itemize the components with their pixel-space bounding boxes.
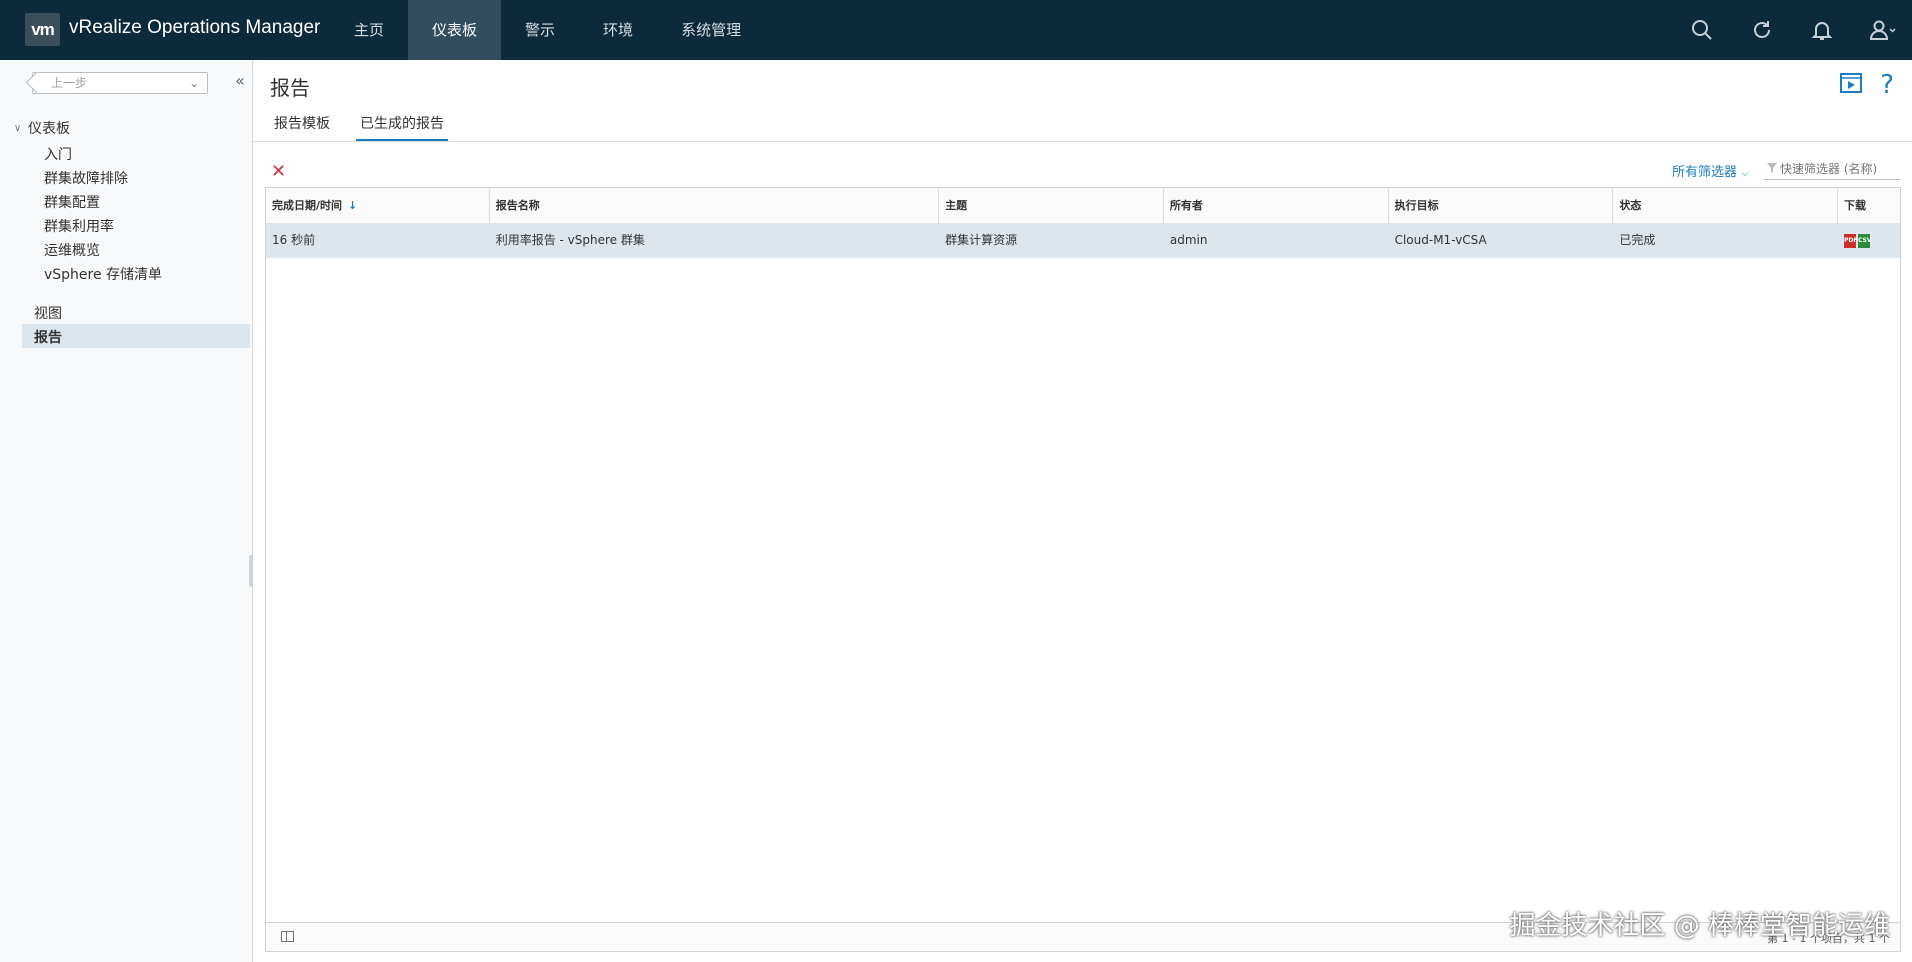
sidebar-item-views[interactable]: 视图 bbox=[34, 303, 62, 323]
refresh-icon[interactable] bbox=[1732, 0, 1792, 60]
chevron-down-icon: ⌄ bbox=[188, 76, 199, 90]
sidebar-group-dashboards[interactable]: ∨ 仪表板 bbox=[14, 118, 70, 138]
top-header: vm vRealize Operations Manager 主页 仪表板 警示… bbox=[0, 0, 1912, 60]
sidebar-item-reports[interactable]: 报告 bbox=[34, 327, 62, 347]
help-icon[interactable]: ? bbox=[1880, 72, 1894, 98]
sidebar: 上一步 ⌄ « ∨ 仪表板 入门 群集故障排除 群集配置 群集利用率 运维概览 … bbox=[0, 60, 253, 962]
chevron-down-icon: ⌵ bbox=[1741, 168, 1749, 179]
quick-filter-input[interactable] bbox=[1764, 158, 1900, 180]
table-row[interactable]: 16 秒前 利用率报告 - vSphere 群集 群集计算资源 admin Cl… bbox=[266, 223, 1900, 258]
back-step-label: 上一步 bbox=[51, 76, 88, 90]
tabs-divider bbox=[252, 141, 1912, 142]
sidebar-item-operations-overview[interactable]: 运维概览 bbox=[44, 240, 100, 260]
pdf-download-icon[interactable]: PDF bbox=[1844, 233, 1858, 248]
sidebar-group-label: 仪表板 bbox=[28, 121, 70, 137]
back-arrow-icon bbox=[25, 71, 48, 94]
cell-subject: 群集计算资源 bbox=[945, 233, 1018, 247]
column-header-report-name[interactable]: 报告名称 bbox=[490, 188, 940, 223]
generated-reports-grid: 完成日期/时间 ↓ 报告名称 主题 所有者 执行目标 状态 下载 16 秒前 利用… bbox=[265, 187, 1901, 952]
column-header-target[interactable]: 执行目标 bbox=[1389, 188, 1614, 223]
grid-header: 完成日期/时间 ↓ 报告名称 主题 所有者 执行目标 状态 下载 bbox=[266, 188, 1900, 224]
column-header-owner[interactable]: 所有者 bbox=[1164, 188, 1389, 223]
sort-descending-icon: ↓ bbox=[348, 199, 358, 212]
nav-alerts[interactable]: 警示 bbox=[501, 0, 579, 60]
delete-icon[interactable]: ✕ bbox=[271, 161, 286, 182]
sidebar-item-cluster-configuration[interactable]: 群集配置 bbox=[44, 192, 100, 212]
nav-administration[interactable]: 系统管理 bbox=[657, 0, 765, 60]
all-filters-dropdown[interactable]: 所有筛选器 ⌵ bbox=[1672, 161, 1749, 180]
page-actions: ? bbox=[1840, 72, 1894, 98]
cell-owner: admin bbox=[1169, 233, 1208, 247]
chevron-down-icon: ∨ bbox=[14, 122, 22, 134]
sidebar-resize-handle[interactable] bbox=[249, 555, 253, 587]
sidebar-item-getting-started[interactable]: 入门 bbox=[44, 144, 72, 164]
watermark-text: 掘金技术社区 @ 棒棒堂智能运维 bbox=[1509, 911, 1890, 941]
cell-target: Cloud-M1-vCSA bbox=[1394, 233, 1487, 247]
nav-environment[interactable]: 环境 bbox=[579, 0, 657, 60]
column-label: 完成日期/时间 bbox=[272, 199, 343, 212]
nav-home[interactable]: 主页 bbox=[330, 0, 408, 60]
sidebar-item-vsphere-storage-inventory[interactable]: vSphere 存储清单 bbox=[44, 264, 162, 284]
column-header-completed[interactable]: 完成日期/时间 ↓ bbox=[266, 188, 490, 223]
play-video-icon[interactable] bbox=[1840, 72, 1863, 98]
csv-download-icon[interactable]: CSV bbox=[1858, 233, 1872, 248]
column-header-status[interactable]: 状态 bbox=[1613, 188, 1839, 223]
user-icon[interactable] bbox=[1852, 0, 1912, 60]
main-nav: 主页 仪表板 警示 环境 系统管理 bbox=[330, 0, 765, 60]
column-toggle-icon[interactable] bbox=[281, 931, 294, 942]
cell-completed: 16 秒前 bbox=[272, 233, 316, 247]
cell-download: PDFCSV bbox=[1838, 223, 1900, 258]
vmware-logo: vm bbox=[25, 13, 60, 46]
header-actions bbox=[1672, 0, 1912, 60]
page-title: 报告 bbox=[270, 76, 310, 100]
column-header-download: 下载 bbox=[1844, 199, 1867, 212]
report-tabs: 报告模板 已生成的报告 bbox=[270, 114, 470, 142]
search-icon[interactable] bbox=[1672, 0, 1732, 60]
column-header-subject[interactable]: 主题 bbox=[939, 188, 1164, 223]
bell-icon[interactable] bbox=[1792, 0, 1852, 60]
collapse-sidebar-icon[interactable]: « bbox=[235, 71, 245, 90]
sidebar-item-cluster-troubleshooting[interactable]: 群集故障排除 bbox=[44, 168, 128, 188]
app-title: vRealize Operations Manager bbox=[69, 17, 321, 38]
sidebar-item-cluster-utilization[interactable]: 群集利用率 bbox=[44, 216, 114, 236]
cell-status: 已完成 bbox=[1619, 233, 1656, 247]
tab-generated-reports[interactable]: 已生成的报告 bbox=[356, 114, 448, 142]
back-step-select[interactable]: 上一步 ⌄ bbox=[25, 71, 208, 94]
cell-report-name: 利用率报告 - vSphere 群集 bbox=[495, 233, 645, 247]
tab-report-templates[interactable]: 报告模板 bbox=[270, 114, 334, 142]
all-filters-label: 所有筛选器 bbox=[1672, 165, 1738, 180]
nav-dashboards[interactable]: 仪表板 bbox=[408, 0, 502, 60]
